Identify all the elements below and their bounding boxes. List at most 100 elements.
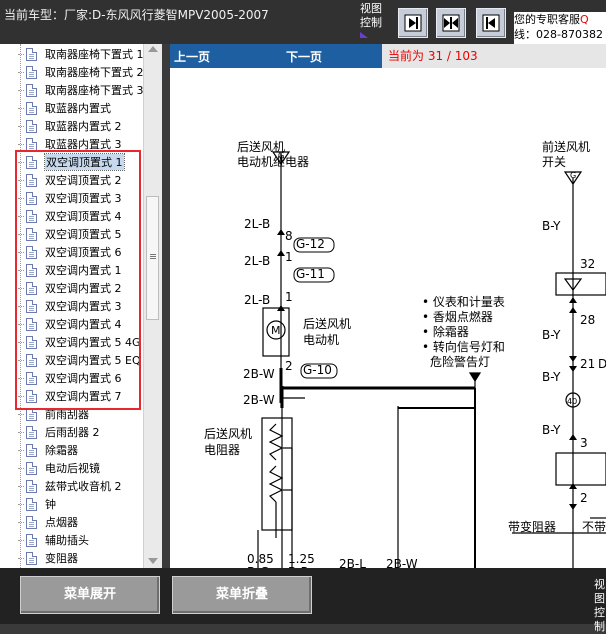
tree-item[interactable]: 取南器座椅下置式 1 — [18, 45, 144, 63]
document-icon — [26, 479, 37, 493]
tree-item[interactable]: 取蓝器内置式 2 — [18, 117, 122, 135]
tree-item-label[interactable]: 取蓝器内置式 2 — [45, 118, 122, 134]
tree-item-label[interactable]: 双空调内置式 2 — [45, 280, 122, 296]
tree-item-label[interactable]: 双空调内置式 4 — [45, 316, 122, 332]
menu-expand-button[interactable]: 菜单展开 — [20, 576, 160, 614]
tree-item[interactable]: 后雨刮器 2 — [18, 423, 100, 441]
tree-item[interactable]: 双空调内置式 2 — [18, 279, 122, 297]
connector-g-b: G — [570, 171, 576, 180]
tree-item-label[interactable]: 取南器座椅下置式 1 — [45, 46, 144, 62]
tree-item[interactable]: 电动后视镜 — [18, 459, 100, 477]
prev-page-link[interactable]: 上一页 — [174, 48, 210, 65]
tree-item[interactable]: 双空调内置式 5 4G — [18, 333, 141, 351]
tree-item-label[interactable]: 双空调内置式 1 — [45, 262, 122, 278]
pin-3: 3 — [580, 436, 588, 450]
tree-item-label[interactable]: 取南器座椅下置式 2 — [45, 64, 144, 80]
vehicle-title: 当前车型：厂家:D-东风风行菱智MPV2005-2007 — [4, 8, 269, 22]
document-icon — [26, 209, 37, 223]
loads-3: • 除霜器 — [422, 324, 469, 339]
pin-d: D — [598, 357, 606, 371]
tree-item-label[interactable]: 兹带式收音机 2 — [45, 478, 122, 494]
tree-item[interactable]: 辅助插头 — [18, 531, 89, 549]
tree-item-label[interactable]: 双空调内置式 3 — [45, 298, 122, 314]
ground-ref-g10: G-10 — [303, 363, 332, 377]
tree-item-label[interactable]: 钟 — [45, 496, 56, 512]
document-icon — [26, 101, 37, 115]
next-page-link[interactable]: 下一页 — [286, 48, 322, 65]
wire-label-5: 2B-W — [243, 393, 275, 407]
tree-item[interactable]: 双空调内置式 1 — [18, 261, 122, 279]
tree-item[interactable]: 取蓝器内置式 3 — [18, 135, 122, 153]
arrow-left-bar-icon — [482, 14, 500, 32]
prev-page-arrow-button[interactable] — [476, 8, 506, 38]
scroll-thumb[interactable] — [146, 196, 159, 320]
wire-label-7: 1.25 — [288, 552, 315, 566]
document-icon — [26, 533, 37, 547]
menu-collapse-button[interactable]: 菜单折叠 — [172, 576, 312, 614]
tree-item-label[interactable]: 双空调内置式 5 EQ — [45, 352, 141, 368]
tree-item[interactable]: 双空调内置式 4 — [18, 315, 122, 333]
tree-item[interactable]: 兹带式收音机 2 — [18, 477, 122, 495]
tree-item[interactable]: 双空调顶置式 6 — [18, 243, 122, 261]
tree-item-label[interactable]: 变阻器 — [45, 550, 78, 566]
tree-item[interactable]: 双空调顶置式 2 — [18, 171, 122, 189]
tree-item-label[interactable]: 双空调内置式 7 — [45, 388, 122, 404]
tree-item[interactable]: 变阻器 — [18, 549, 78, 567]
tree-item[interactable]: 双空调顶置式 1 — [18, 153, 125, 171]
tree-item-label[interactable]: 双空调顶置式 5 — [45, 226, 122, 242]
document-icon — [26, 119, 37, 133]
wire-label-8: 2B-L — [339, 557, 366, 568]
tree-item[interactable]: 双空调内置式 6 — [18, 369, 122, 387]
tree-item[interactable]: 除霜器 — [18, 441, 78, 459]
tree-item-label[interactable]: 双空调顶置式 2 — [45, 172, 122, 188]
tree-item[interactable]: 双空调内置式 5 EQ — [18, 351, 141, 369]
menu-scrollbar[interactable] — [143, 44, 162, 568]
tree-item-label[interactable]: 双空调顶置式 3 — [45, 190, 122, 206]
tree-item-label[interactable]: 取蓝器内置式 — [45, 100, 111, 116]
fit-width-icon — [442, 14, 460, 32]
tree-item-label[interactable]: 点烟器 — [45, 514, 78, 530]
tree-item-label[interactable]: 除霜器 — [45, 442, 78, 458]
without-label: 不带 — [582, 520, 606, 534]
motor-label-2: 电动机 — [303, 333, 339, 347]
tree-item[interactable]: 钟 — [18, 495, 56, 513]
document-icon — [26, 227, 37, 241]
service-phone: 线：028-870382 — [514, 28, 603, 41]
wire-label-by4: B-Y — [542, 423, 561, 437]
service-link[interactable]: Q — [580, 13, 589, 26]
tree-item[interactable]: 前雨刮器 — [18, 405, 89, 423]
tree-item[interactable]: 点烟器 — [18, 513, 78, 531]
tree-item-label[interactable]: 双空调内置式 5 4G — [45, 334, 141, 350]
panel-divider[interactable] — [162, 44, 170, 568]
tree-item[interactable]: 双空调内置式 7 — [18, 387, 122, 405]
document-icon — [26, 497, 37, 511]
fit-width-button[interactable] — [436, 8, 466, 38]
menu-tree[interactable]: 取南器座椅下置式 1 取南器座椅下置式 2 取南器座椅下置式 3 取蓝器内置式 取蓝器内… — [0, 44, 162, 568]
ground-ref-g12: G-12 — [296, 237, 325, 251]
ground-ref-g11: G-11 — [296, 267, 325, 281]
tree-item-label[interactable]: 前雨刮器 — [45, 406, 89, 422]
next-page-arrow-button[interactable] — [398, 8, 428, 38]
document-icon — [26, 155, 37, 169]
tree-item-label[interactable]: 辅助插头 — [45, 532, 89, 548]
front-switch-label-1: 前送风机 — [542, 139, 590, 154]
tree-item[interactable]: 双空调顶置式 5 — [18, 225, 122, 243]
tree-item[interactable]: 取南器座椅下置式 3 — [18, 81, 144, 99]
tree-item-label[interactable]: 双空调顶置式 1 — [44, 153, 125, 171]
scroll-up-icon[interactable] — [148, 46, 158, 52]
scroll-down-icon[interactable] — [148, 558, 158, 564]
tree-item[interactable]: 双空调顶置式 3 — [18, 189, 122, 207]
tree-item-label[interactable]: 取蓝器内置式 3 — [45, 136, 122, 152]
pin-21: 21 — [580, 357, 595, 371]
tree-item[interactable]: 取南器座椅下置式 2 — [18, 63, 144, 81]
tree-item[interactable]: 取蓝器内置式 — [18, 99, 111, 117]
connector-g-a: G — [278, 151, 284, 160]
tree-item-label[interactable]: 双空调顶置式 6 — [45, 244, 122, 260]
tree-item-label[interactable]: 电动后视镜 — [45, 460, 100, 476]
tree-item[interactable]: 双空调内置式 3 — [18, 297, 122, 315]
tree-item-label[interactable]: 双空调顶置式 4 — [45, 208, 122, 224]
tree-item[interactable]: 双空调顶置式 4 — [18, 207, 122, 225]
tree-item-label[interactable]: 双空调内置式 6 — [45, 370, 122, 386]
tree-item-label[interactable]: 后雨刮器 2 — [45, 424, 100, 440]
tree-item-label[interactable]: 取南器座椅下置式 3 — [45, 82, 144, 98]
